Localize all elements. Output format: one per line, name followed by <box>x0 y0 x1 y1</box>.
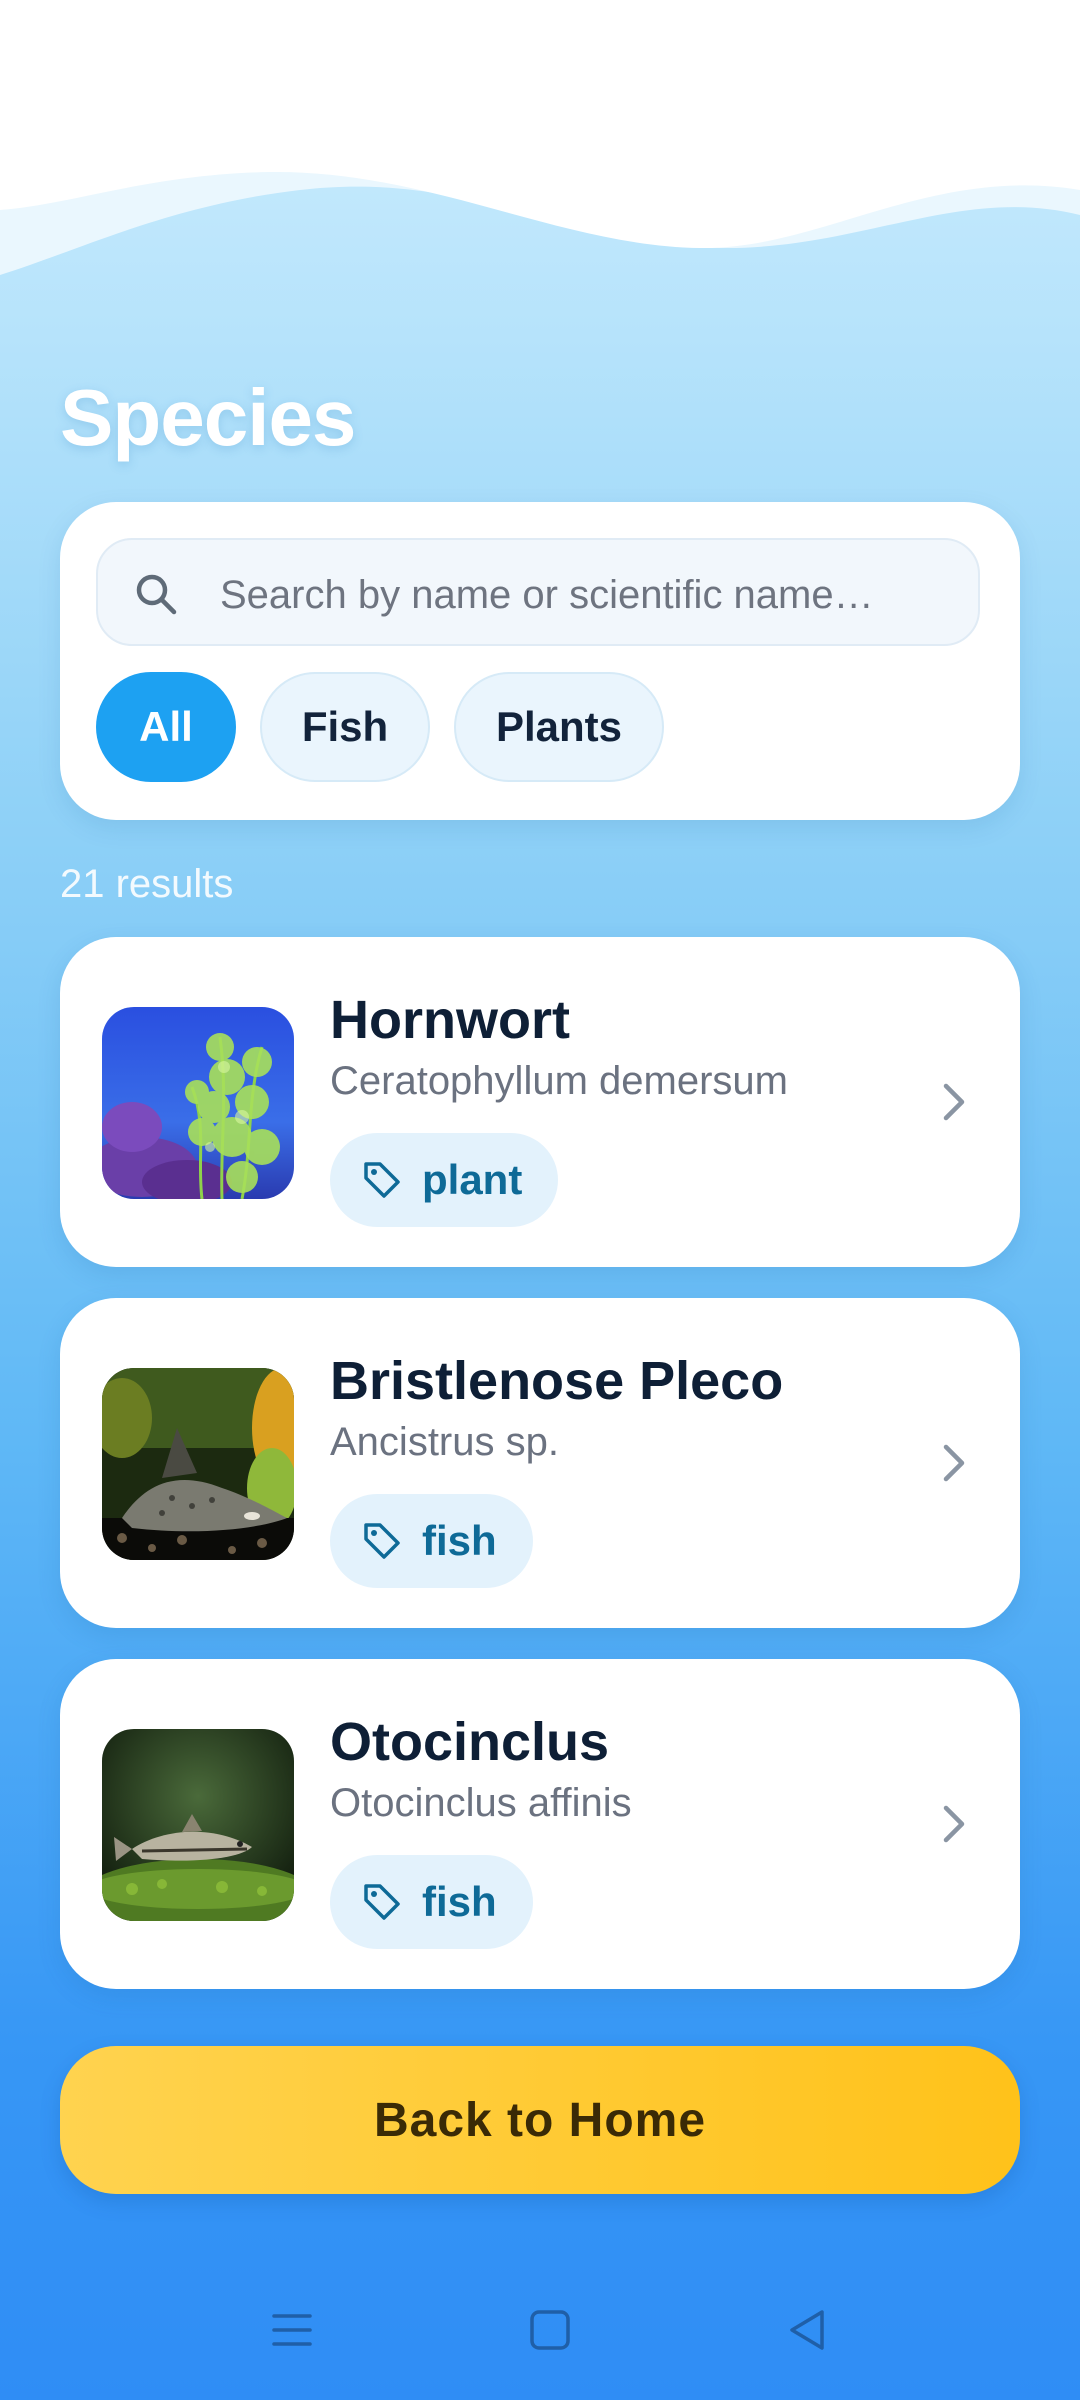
tag-icon <box>364 1162 400 1198</box>
species-card-bristlenose-pleco[interactable]: Bristlenose Pleco Ancistrus sp. fish <box>60 1298 1020 1628</box>
tag-icon <box>364 1884 400 1920</box>
species-name: Bristlenose Pleco <box>330 1351 784 1411</box>
species-type-tag: fish <box>330 1855 533 1949</box>
search-box[interactable] <box>96 538 980 646</box>
chevron-right-icon <box>943 1444 965 1482</box>
species-thumbnail <box>102 1729 294 1921</box>
tag-icon <box>364 1523 400 1559</box>
back-to-home-button[interactable]: Back to Home <box>60 2046 1020 2194</box>
search-icon <box>136 574 177 615</box>
species-type-tag: fish <box>330 1494 533 1588</box>
tag-label: fish <box>422 1517 497 1564</box>
species-card-otocinclus[interactable]: Otocinclus Otocinclus affinis fish <box>60 1659 1020 1989</box>
species-card-hornwort[interactable]: Hornwort Ceratophyllum demersum plant <box>60 937 1020 1267</box>
hornwort-image <box>102 1007 294 1199</box>
home-square-icon[interactable] <box>520 2300 580 2360</box>
tag-label: fish <box>422 1878 497 1925</box>
search-card: All Fish Plants <box>60 502 1020 820</box>
otocinclus-image <box>102 1729 294 1921</box>
species-name: Hornwort <box>330 990 570 1050</box>
results-count: 21 results <box>60 862 234 906</box>
filter-chip-all[interactable]: All <box>96 672 236 782</box>
page-title: Species <box>60 373 356 462</box>
filter-chip-plants[interactable]: Plants <box>454 672 664 782</box>
back-triangle-icon[interactable] <box>778 2300 838 2360</box>
menu-icon[interactable] <box>262 2300 322 2360</box>
species-scientific-name: Ceratophyllum demersum <box>330 1059 788 1103</box>
chevron-right-icon <box>943 1083 965 1121</box>
species-scientific-name: Ancistrus sp. <box>330 1420 559 1464</box>
species-thumbnail <box>102 1368 294 1560</box>
species-type-tag: plant <box>330 1133 559 1227</box>
species-screen: Species All Fish Plants 21 results <box>0 0 1080 2400</box>
chevron-right-icon <box>943 1805 965 1843</box>
tag-label: plant <box>422 1156 523 1203</box>
species-name: Otocinclus <box>330 1712 610 1772</box>
bristlenose-pleco-image <box>102 1368 294 1560</box>
search-input[interactable] <box>218 562 962 628</box>
species-scientific-name: Otocinclus affinis <box>330 1781 632 1825</box>
species-thumbnail <box>102 1007 294 1199</box>
filter-chip-fish[interactable]: Fish <box>260 672 430 782</box>
header-wave <box>0 0 1080 275</box>
